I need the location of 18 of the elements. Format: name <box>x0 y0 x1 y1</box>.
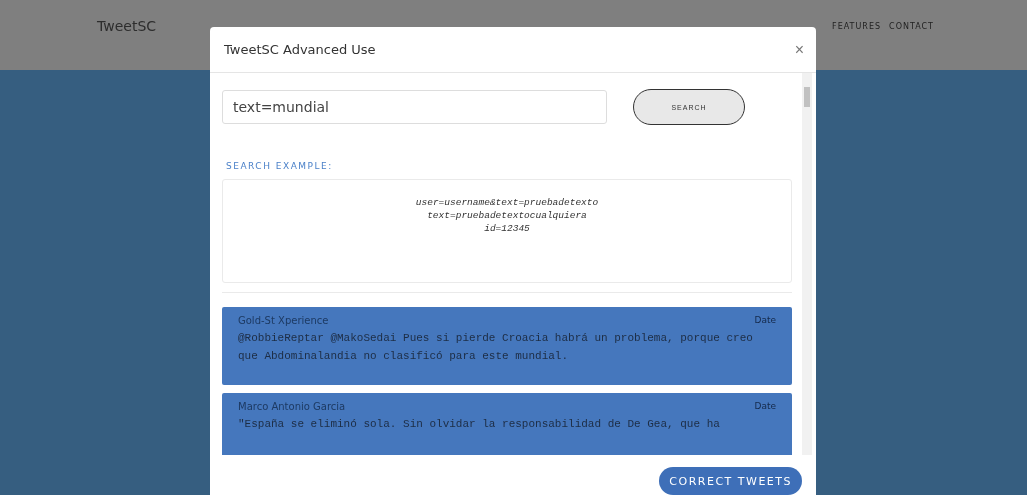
example-line: user=username&text=pruebadetexto <box>415 196 599 209</box>
tweet-date: Date <box>754 401 776 412</box>
modal-title: TweetSC Advanced Use <box>224 42 376 57</box>
nav-link[interactable]: CONTACT <box>889 22 934 31</box>
tweet-text: "España se eliminó sola. Sin olvidar la responsabilidad de De Gea, que ha <box>238 417 721 432</box>
tweet-date: Date <box>754 315 776 326</box>
scrollbar[interactable] <box>802 73 812 455</box>
correct-tweets-button[interactable]: CORRECT TWEETS <box>659 467 802 495</box>
close-button[interactable]: × <box>794 40 804 59</box>
tweet-author: Gold-St Xperience <box>238 315 329 326</box>
tweet-text: @RobbieReptar @MakoSedai Pues si pierde Croacia habrá un problema, porque creo que Abdominalandia no clasificó para este mundial. <box>238 331 754 364</box>
section-heading: SEARCH EXAMPLE: <box>226 161 334 171</box>
nav-link[interactable]: FEATURES <box>832 22 882 31</box>
example-line: text=pruebadetextocualquiera <box>427 209 587 222</box>
example-line: id=12345 <box>484 222 530 235</box>
search-field[interactable]: text=mundial <box>222 90 607 124</box>
brand-name: TweetSC <box>97 18 157 34</box>
tweet-author: Marco Antonio Garcia <box>238 401 346 412</box>
